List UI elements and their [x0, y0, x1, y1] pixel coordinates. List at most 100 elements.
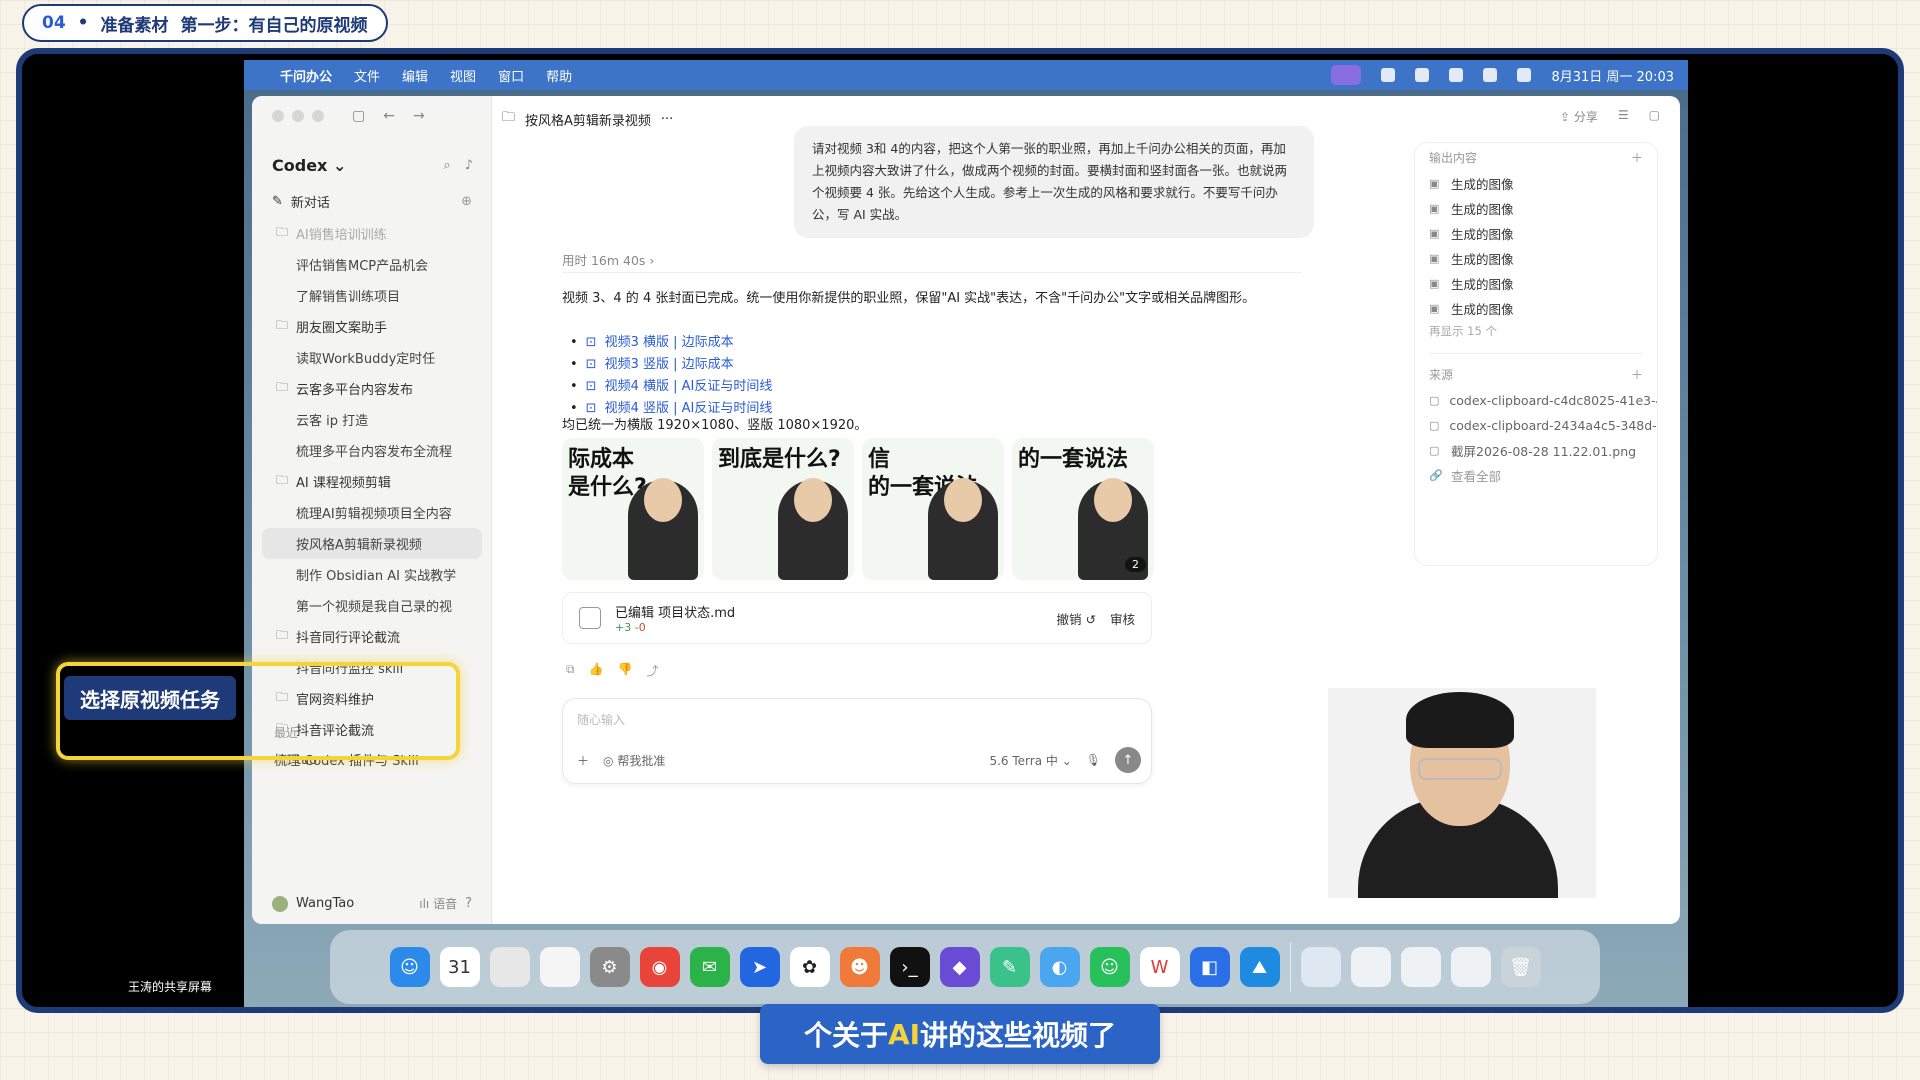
- sidebar-thread[interactable]: 读取WorkBuddy定时任: [252, 342, 492, 373]
- calendar-icon[interactable]: 31: [439, 947, 480, 987]
- output-item[interactable]: ▣ 生成的图像: [1415, 221, 1657, 246]
- source-item[interactable]: ▢ codex-clipboard-2434a4c5-348d-4: [1415, 413, 1657, 438]
- panel-toggle-icon[interactable]: ☰: [1618, 108, 1629, 125]
- sidebar-thread[interactable]: 梳理多平台内容发布全流程: [252, 435, 492, 466]
- cover-thumbnail[interactable]: 的一套说法 2: [1012, 438, 1154, 580]
- menu-edit[interactable]: 编辑: [402, 66, 428, 85]
- app-icon[interactable]: ◧: [1189, 947, 1230, 987]
- add-icon[interactable]: ⊕: [461, 194, 472, 209]
- forward-icon[interactable]: →: [413, 108, 425, 124]
- preview-icon[interactable]: [1300, 947, 1341, 987]
- wechat-icon[interactable]: ✉: [689, 947, 730, 987]
- sidebar-thread[interactable]: 按风格A剪辑新录视频: [262, 528, 482, 559]
- timing-label[interactable]: 用时 16m 40s ›: [562, 250, 654, 269]
- sidebar-project[interactable]: 🗀 AI 课程视频剪辑: [252, 466, 492, 497]
- output-item[interactable]: ▣ 生成的图像: [1415, 271, 1657, 296]
- cover-thumbnail[interactable]: 信 的一套说法: [862, 438, 1004, 580]
- output-item[interactable]: ▣ 生成的图像: [1415, 171, 1657, 196]
- app-icon[interactable]: ☺: [1089, 947, 1130, 987]
- search-icon[interactable]: [1517, 68, 1532, 82]
- menu-datetime[interactable]: 8月31日 周一 20:03: [1551, 66, 1674, 85]
- add-source-icon[interactable]: ＋: [1631, 366, 1643, 383]
- minimize-window-icon[interactable]: [292, 110, 304, 122]
- voice-button[interactable]: ılı 语音: [419, 895, 457, 912]
- sidebar-thread[interactable]: 第一个视频是我自己录的视: [252, 590, 492, 621]
- menu-help[interactable]: 帮助: [546, 66, 572, 85]
- cover-thumbnail[interactable]: 到底是什么?: [712, 438, 854, 580]
- app-icon[interactable]: ☻: [839, 947, 880, 987]
- menu-view[interactable]: 视图: [450, 66, 476, 85]
- app-icon[interactable]: ⛰: [1239, 947, 1280, 987]
- model-selector[interactable]: 5.6 Terra 中 ⌄: [989, 752, 1071, 769]
- back-icon[interactable]: ←: [383, 108, 395, 124]
- help-icon[interactable]: ?: [465, 896, 472, 911]
- fork-icon[interactable]: ⤴: [646, 662, 658, 679]
- source-item[interactable]: ▢ 截屏2026-08-28 11.22.01.png: [1415, 438, 1657, 463]
- approval-selector[interactable]: ◎ 帮我批准: [603, 752, 665, 769]
- network-icon[interactable]: [1381, 68, 1396, 82]
- close-window-icon[interactable]: [272, 110, 284, 122]
- source-item[interactable]: ▢ codex-clipboard-c4dc8025-41e3-40: [1415, 388, 1657, 413]
- avatar[interactable]: [272, 895, 288, 912]
- sidebar-project[interactable]: 🗀 抖音同行评论截流: [252, 621, 492, 652]
- preview-icon[interactable]: [1450, 947, 1491, 987]
- review-button[interactable]: 审核: [1110, 609, 1135, 628]
- output-item[interactable]: ▣ 生成的图像: [1415, 246, 1657, 271]
- sidebar-toggle-icon[interactable]: ▢: [352, 108, 365, 124]
- sidebar-thread[interactable]: 梳理AI剪辑视频项目全内容: [252, 497, 492, 528]
- wps-icon[interactable]: W: [1139, 947, 1180, 987]
- cover-thumbnail[interactable]: 际成本 是什么?: [562, 438, 704, 580]
- cover-link[interactable]: • ⊡ 视频3 横版 | 边际成本: [570, 332, 970, 354]
- menu-file[interactable]: 文件: [354, 66, 380, 85]
- mic-icon[interactable]: 🎙: [1086, 753, 1101, 767]
- settings-icon[interactable]: ⚙: [589, 947, 630, 987]
- chrome-icon[interactable]: ◉: [639, 947, 680, 987]
- sidebar-thread[interactable]: 云客 ip 打造: [252, 404, 492, 435]
- launchpad-icon[interactable]: [489, 947, 530, 987]
- app-icon[interactable]: ✎: [989, 947, 1030, 987]
- bell-icon[interactable]: ♪: [465, 158, 473, 173]
- menu-window[interactable]: 窗口: [498, 66, 524, 85]
- show-more-link[interactable]: 再显示 15 个: [1415, 321, 1657, 347]
- add-output-icon[interactable]: ＋: [1631, 149, 1643, 166]
- more-button[interactable]: ···: [661, 112, 673, 127]
- preview-icon[interactable]: [1350, 947, 1391, 987]
- output-item[interactable]: ▣ 生成的图像: [1415, 296, 1657, 321]
- output-item[interactable]: ▣ 生成的图像: [1415, 196, 1657, 221]
- thumbs-down-icon[interactable]: 👎: [618, 662, 633, 679]
- thumbs-up-icon[interactable]: 👍: [589, 662, 604, 679]
- finder-icon[interactable]: ☺: [389, 947, 430, 987]
- chatgpt-icon[interactable]: ✿: [789, 947, 830, 987]
- zoom-window-icon[interactable]: [312, 110, 324, 122]
- composer-input[interactable]: 随心输入: [577, 711, 625, 728]
- obsidian-icon[interactable]: ◆: [939, 947, 980, 987]
- sidebar-thread[interactable]: 制作 Obsidian AI 实战教学: [252, 559, 492, 590]
- brand-dropdown[interactable]: Codex ⌄: [272, 156, 346, 175]
- cover-link[interactable]: • ⊡ 视频3 竖版 | 边际成本: [570, 354, 970, 376]
- share-button[interactable]: ⇪ 分享: [1560, 108, 1598, 125]
- sidebar-project[interactable]: 🗀 朋友圈文案助手: [252, 311, 492, 342]
- wifi-icon[interactable]: [1449, 68, 1464, 82]
- layout-icon[interactable]: ▢: [1649, 108, 1660, 125]
- sidebar-thread[interactable]: 评估销售MCP产品机会: [252, 249, 492, 280]
- trash-icon[interactable]: 🗑: [1500, 947, 1541, 987]
- sidebar-project[interactable]: 🗀 AI销售培训训练: [252, 218, 492, 249]
- sidebar-project[interactable]: 🗀 云客多平台内容发布: [252, 373, 492, 404]
- screen-share-icon[interactable]: [1331, 65, 1362, 85]
- notes-icon[interactable]: [539, 947, 580, 987]
- file-name[interactable]: 已编辑 项目状态.md: [615, 602, 735, 621]
- cover-link[interactable]: • ⊡ 视频4 横版 | AI反证与时间线: [570, 376, 970, 398]
- preview-icon[interactable]: [1400, 947, 1441, 987]
- copy-icon[interactable]: ⧉: [566, 662, 575, 679]
- feishu-icon[interactable]: ➤: [739, 947, 780, 987]
- send-button[interactable]: ↑: [1115, 747, 1141, 773]
- user-name[interactable]: WangTao: [296, 896, 354, 911]
- view-all-link[interactable]: 🔗 查看全部: [1415, 463, 1657, 488]
- terminal-icon[interactable]: ›_: [889, 947, 930, 987]
- menu-app-name[interactable]: 千问办公: [280, 66, 332, 85]
- new-chat-button[interactable]: ✎ 新对话 ⊕: [272, 192, 472, 211]
- wechat-icon[interactable]: [1415, 68, 1430, 82]
- undo-button[interactable]: 撤销 ↺: [1057, 609, 1096, 628]
- sidebar-thread[interactable]: 了解销售训练项目: [252, 280, 492, 311]
- search-icon[interactable]: ⌕: [443, 158, 450, 173]
